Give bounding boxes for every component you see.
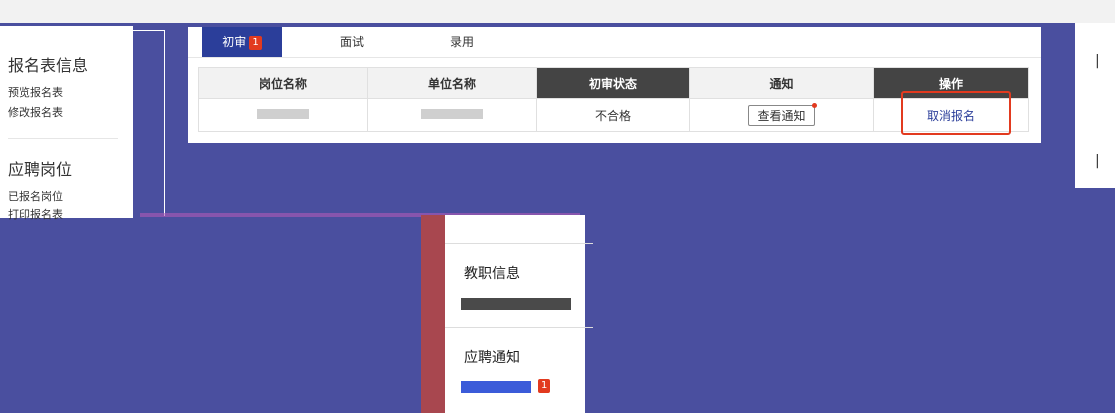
frame-border	[133, 30, 165, 216]
tab-hired[interactable]: 录用	[422, 27, 502, 57]
tab-label: 初审	[222, 35, 247, 49]
right-section-marker: |	[1095, 53, 1100, 69]
col-header-review-status: 初审状态	[536, 67, 690, 99]
left-sidebar: 报名表信息 预览报名表 修改报名表 应聘岗位 已报名岗位 打印报名表	[0, 23, 133, 221]
redacted-text	[421, 109, 483, 119]
col-header-notice: 通知	[689, 67, 874, 99]
section-title-applied-positions: 应聘岗位	[8, 160, 73, 179]
sidebar-link-applied-positions[interactable]: 已报名岗位	[8, 188, 63, 204]
cell-unit	[367, 98, 537, 132]
top-bar	[0, 0, 1115, 23]
status-text: 不合格	[594, 108, 631, 123]
panel-divider	[445, 327, 593, 328]
col-header-position: 岗位名称	[198, 67, 368, 99]
right-sidebar: | |	[1075, 23, 1115, 188]
tab-interview[interactable]: 面试	[312, 27, 392, 57]
panel-badge: 1	[538, 379, 551, 393]
right-section-marker-2: |	[1095, 153, 1100, 169]
col-header-unit: 单位名称	[367, 67, 537, 99]
tab-bar: 初审 1 面试 录用	[188, 27, 1041, 58]
cell-position	[198, 98, 368, 132]
tab-initial-review[interactable]: 初审 1	[202, 27, 282, 57]
cell-notice: 查看通知	[689, 98, 874, 132]
panel-row-teacher-info[interactable]: 教职信息	[464, 263, 520, 283]
panel-row-application-notice[interactable]: 应聘通知	[464, 347, 520, 367]
highlight-box	[901, 91, 1011, 135]
view-notice-button[interactable]: 查看通知	[748, 102, 817, 126]
sidebar-link-preview-form[interactable]: 预览报名表	[8, 84, 63, 100]
section-title-registration-form: 报名表信息	[8, 56, 89, 75]
redacted-text	[257, 109, 309, 119]
tab-badge: 1	[249, 35, 262, 50]
panel-divider	[445, 243, 593, 244]
main-content: 初审 1 面试 录用 岗位名称 单位名称 初审状态 通知 操作 不合格 查看通知 …	[188, 27, 1041, 143]
garbled-line	[461, 298, 571, 310]
cell-status: 不合格	[536, 98, 690, 132]
overlay-panel: 教职信息 应聘通知 1	[421, 215, 593, 413]
view-notice-label: 查看通知	[757, 108, 806, 123]
notice-dot-icon	[811, 102, 817, 108]
sidebar-link-edit-form[interactable]: 修改报名表	[8, 104, 63, 120]
sidebar-divider	[8, 138, 118, 139]
accent-bar	[421, 215, 445, 413]
garbled-link	[461, 381, 531, 393]
sidebar-link-print-form[interactable]: 打印报名表	[8, 206, 63, 222]
